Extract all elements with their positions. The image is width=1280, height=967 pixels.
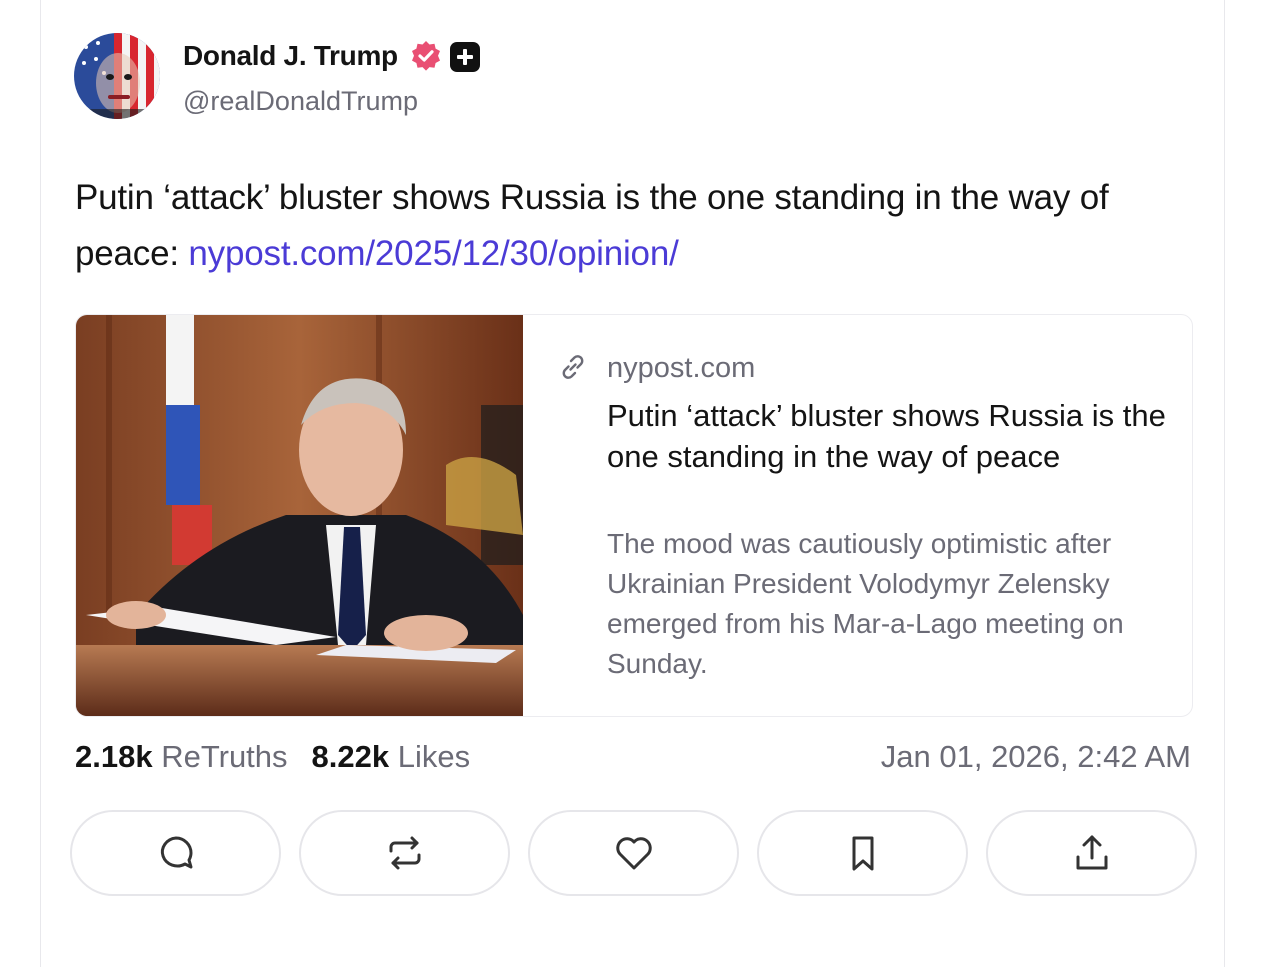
post-card: Donald J. Trump @realDonaldTrump Putin ‘… xyxy=(40,0,1225,967)
likes-count: 8.22k xyxy=(311,739,390,774)
bookmark-button[interactable] xyxy=(757,810,968,896)
reply-button[interactable] xyxy=(70,810,281,896)
retruths-stat[interactable]: 2.18k ReTruths xyxy=(75,739,288,774)
like-button[interactable] xyxy=(528,810,739,896)
retruth-button[interactable] xyxy=(299,810,510,896)
verified-badge-icon xyxy=(410,40,442,72)
action-bar xyxy=(70,810,1197,898)
post-text: Putin ‘attack’ bluster shows Russia is t… xyxy=(75,170,1205,282)
link-description: The mood was cautiously optimistic after… xyxy=(607,528,1124,679)
likes-label: Likes xyxy=(397,739,471,774)
link-preview-image xyxy=(76,315,523,716)
heart-icon xyxy=(615,837,652,870)
share-button[interactable] xyxy=(986,810,1197,896)
link-preview-card[interactable]: nypost.com Putin ‘attack’ bluster shows … xyxy=(75,314,1193,717)
link-domain: nypost.com xyxy=(607,352,756,384)
comment-icon xyxy=(160,836,192,869)
engagement-stats: 2.18k ReTruths 8.22k Likes xyxy=(75,737,470,777)
bookmark-icon xyxy=(852,836,873,871)
avatar[interactable] xyxy=(74,33,160,119)
display-name[interactable]: Donald J. Trump xyxy=(183,38,398,74)
plus-badge-icon xyxy=(450,42,480,72)
link-icon xyxy=(557,351,589,383)
retruths-label: ReTruths xyxy=(161,739,288,774)
post-timestamp[interactable]: Jan 01, 2026, 2:42 AM xyxy=(881,737,1191,777)
post-link[interactable]: nypost.com/2025/12/30/opinion/ xyxy=(188,234,678,273)
share-icon xyxy=(1076,835,1107,870)
repost-icon xyxy=(389,836,420,870)
user-handle[interactable]: @realDonaldTrump xyxy=(183,83,418,119)
retruths-count: 2.18k xyxy=(75,739,153,774)
link-title: Putin ‘attack’ bluster shows Russia is t… xyxy=(607,398,1166,474)
likes-stat[interactable]: 8.22k Likes xyxy=(312,739,471,774)
